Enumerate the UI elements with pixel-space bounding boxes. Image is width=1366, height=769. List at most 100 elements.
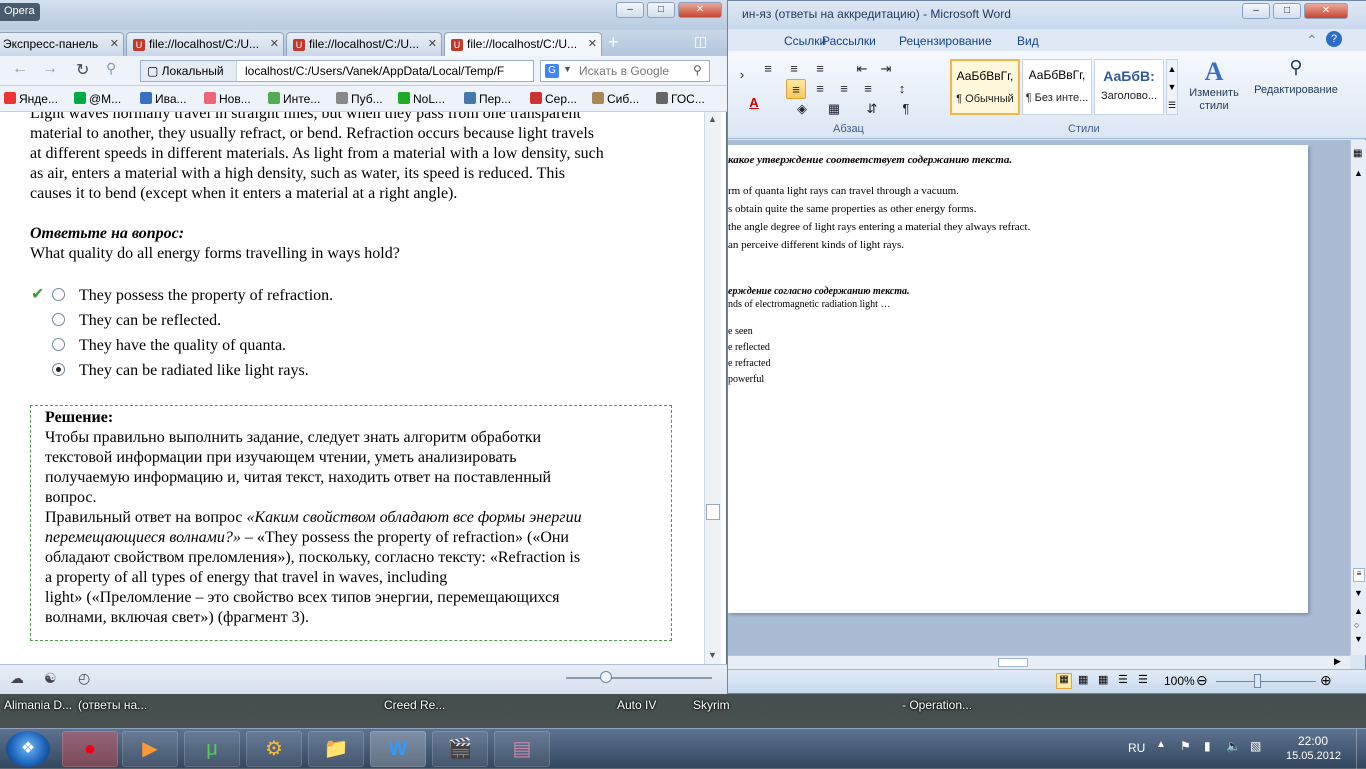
multilevel-list-icon[interactable]: ≡: [810, 59, 830, 79]
bookmark-item[interactable]: Сиб...: [592, 92, 639, 106]
tab-speed-dial[interactable]: Экспресс-панель ✕: [0, 32, 124, 56]
zoom-slider-thumb[interactable]: [600, 671, 612, 683]
desktop-label[interactable]: Auto IV: [617, 698, 656, 712]
scroll-up-icon[interactable]: ▲: [1354, 168, 1363, 178]
ribbon-minimize-icon[interactable]: ⌃: [1306, 32, 1318, 49]
tab-review[interactable]: Рецензирование: [899, 34, 992, 48]
tab-file[interactable]: Ufile://localhost/C:/U... ✕: [126, 32, 284, 56]
draft-icon[interactable]: ☰: [1138, 673, 1148, 686]
hscroll-thumb[interactable]: [998, 658, 1028, 667]
taskbar-media-player[interactable]: ▶: [122, 731, 178, 767]
tab-view[interactable]: Вид: [1017, 34, 1039, 48]
page-scrollbar[interactable]: ▲ ▼: [704, 112, 721, 664]
desktop-label[interactable]: Skyrim: [693, 698, 730, 712]
search-field[interactable]: G ▼ Искать в Google ⚲: [540, 60, 710, 82]
turbo-icon[interactable]: ☯: [44, 670, 57, 687]
line-spacing-icon[interactable]: ↕: [892, 79, 912, 99]
scroll-down-icon[interactable]: ▼: [1354, 588, 1363, 598]
help-icon[interactable]: ?: [1326, 31, 1342, 47]
desktop-label[interactable]: Alimania D...: [4, 698, 72, 712]
document-page[interactable]: какое утверждение соответствует содержан…: [728, 145, 1308, 613]
web-layout-icon[interactable]: ▦: [1098, 673, 1108, 686]
decrease-indent-icon[interactable]: ⇤: [852, 59, 872, 79]
bookmark-item[interactable]: Ива...: [140, 92, 187, 106]
scroll-thumb[interactable]: ≡: [1353, 568, 1365, 582]
address-mode-badge[interactable]: ▢ Локальный: [141, 61, 237, 81]
tray-expand-icon[interactable]: ▲: [1156, 739, 1166, 750]
address-field[interactable]: ▢ Локальный localhost/C:/Users/Vanek/App…: [140, 60, 534, 82]
zoom-slider-thumb[interactable]: [1254, 674, 1261, 688]
taskbar-winrar[interactable]: ▤: [494, 731, 550, 767]
tab-close-icon[interactable]: ✕: [588, 37, 597, 50]
ruler-toggle-icon[interactable]: ▦: [1353, 148, 1362, 159]
style-normal[interactable]: АаБбВвГг, ¶ Обычный: [950, 59, 1020, 115]
borders-icon[interactable]: ▦: [824, 99, 844, 119]
trash-icon[interactable]: ◫: [694, 33, 707, 50]
bookmark-item[interactable]: Пуб...: [336, 92, 383, 106]
show-formatting-icon[interactable]: ¶: [896, 99, 916, 119]
chevron-down-icon[interactable]: ▼: [563, 64, 572, 74]
browse-object-icon[interactable]: ○: [1354, 620, 1359, 630]
justify-icon[interactable]: ≡: [858, 79, 878, 99]
scroll-thumb[interactable]: [706, 504, 720, 520]
bookmark-item[interactable]: ГОС...: [656, 92, 705, 106]
tab-file-active[interactable]: Ufile://localhost/C:/U... ✕: [444, 32, 602, 56]
align-right-icon[interactable]: ≡: [834, 79, 854, 99]
minimize-button[interactable]: –: [1242, 3, 1270, 19]
language-indicator[interactable]: RU: [1128, 741, 1145, 755]
network-icon[interactable]: ▧: [1250, 739, 1261, 753]
sort-icon[interactable]: ⇵: [862, 99, 882, 119]
scroll-up-icon[interactable]: ▲: [708, 114, 717, 124]
font-color-icon[interactable]: A: [744, 93, 764, 113]
horizontal-scrollbar[interactable]: ▶: [728, 655, 1350, 669]
zoom-level[interactable]: 100%: [1164, 674, 1195, 688]
increase-indent-icon[interactable]: ⇥: [876, 59, 896, 79]
word-titlebar[interactable]: ин-яз (ответы на аккредитацию) - Microso…: [728, 1, 1366, 29]
answer-option[interactable]: They can be radiated like light rays.: [52, 361, 309, 381]
shading-icon[interactable]: ◈: [792, 99, 812, 119]
scroll-right-icon[interactable]: ▶: [1334, 656, 1341, 667]
desktop-label[interactable]: - Operation...: [902, 698, 972, 712]
tab-mailings[interactable]: Рассылки: [822, 34, 876, 48]
zoom-slider[interactable]: [566, 677, 712, 679]
taskbar-word[interactable]: W: [370, 731, 426, 767]
maximize-button[interactable]: □: [647, 2, 675, 18]
bullets-icon[interactable]: ≡: [758, 59, 778, 79]
tab-file[interactable]: Ufile://localhost/C:/U... ✕: [286, 32, 442, 56]
taskbar-utorrent[interactable]: μ: [184, 731, 240, 767]
opera-titlebar[interactable]: Opera – □ ✕: [0, 0, 727, 30]
zoom-slider[interactable]: [1216, 681, 1316, 682]
prev-page-icon[interactable]: ▲: [1354, 606, 1363, 616]
styles-scroll[interactable]: ▲ ▼ ☰: [1166, 59, 1178, 115]
reading-layout-icon[interactable]: ▦: [1078, 673, 1088, 686]
radio-button-selected[interactable]: [52, 363, 65, 376]
font-grow-icon[interactable]: ›: [732, 65, 752, 85]
print-layout-icon[interactable]: ▦: [1056, 673, 1072, 689]
editing-button[interactable]: ⚲ Редактирование: [1246, 57, 1346, 96]
scroll-down-icon[interactable]: ▼: [708, 650, 717, 660]
battery-icon[interactable]: ▮: [1204, 739, 1211, 753]
answer-option[interactable]: They possess the property of refraction.: [52, 286, 333, 306]
taskbar-app[interactable]: ⚙: [246, 731, 302, 767]
tab-close-icon[interactable]: ✕: [110, 37, 119, 50]
outline-icon[interactable]: ☰: [1118, 673, 1128, 686]
show-desktop-button[interactable]: [1356, 729, 1366, 769]
radio-button[interactable]: [52, 338, 65, 351]
bookmark-item[interactable]: Сер...: [530, 92, 577, 106]
back-icon[interactable]: ←: [12, 60, 28, 78]
bookmark-item[interactable]: Инте...: [268, 92, 320, 106]
bookmark-item[interactable]: @M...: [74, 92, 121, 106]
reload-icon[interactable]: ↻: [76, 60, 89, 80]
change-styles-button[interactable]: A Изменить стили: [1184, 57, 1244, 113]
answer-option[interactable]: They can be reflected.: [52, 311, 221, 331]
desktop-label[interactable]: Creed Re...: [384, 698, 445, 712]
new-tab-icon[interactable]: +: [608, 32, 619, 53]
bookmark-item[interactable]: Пер...: [464, 92, 511, 106]
align-center-icon[interactable]: ≡: [810, 79, 830, 99]
close-button[interactable]: ✕: [678, 2, 722, 18]
radio-button[interactable]: [52, 313, 65, 326]
taskbar-video[interactable]: 🎬: [432, 731, 488, 767]
next-page-icon[interactable]: ▼: [1354, 634, 1363, 644]
maximize-button[interactable]: □: [1273, 3, 1301, 19]
style-no-spacing[interactable]: АаБбВвГг, ¶ Без инте...: [1022, 59, 1092, 115]
